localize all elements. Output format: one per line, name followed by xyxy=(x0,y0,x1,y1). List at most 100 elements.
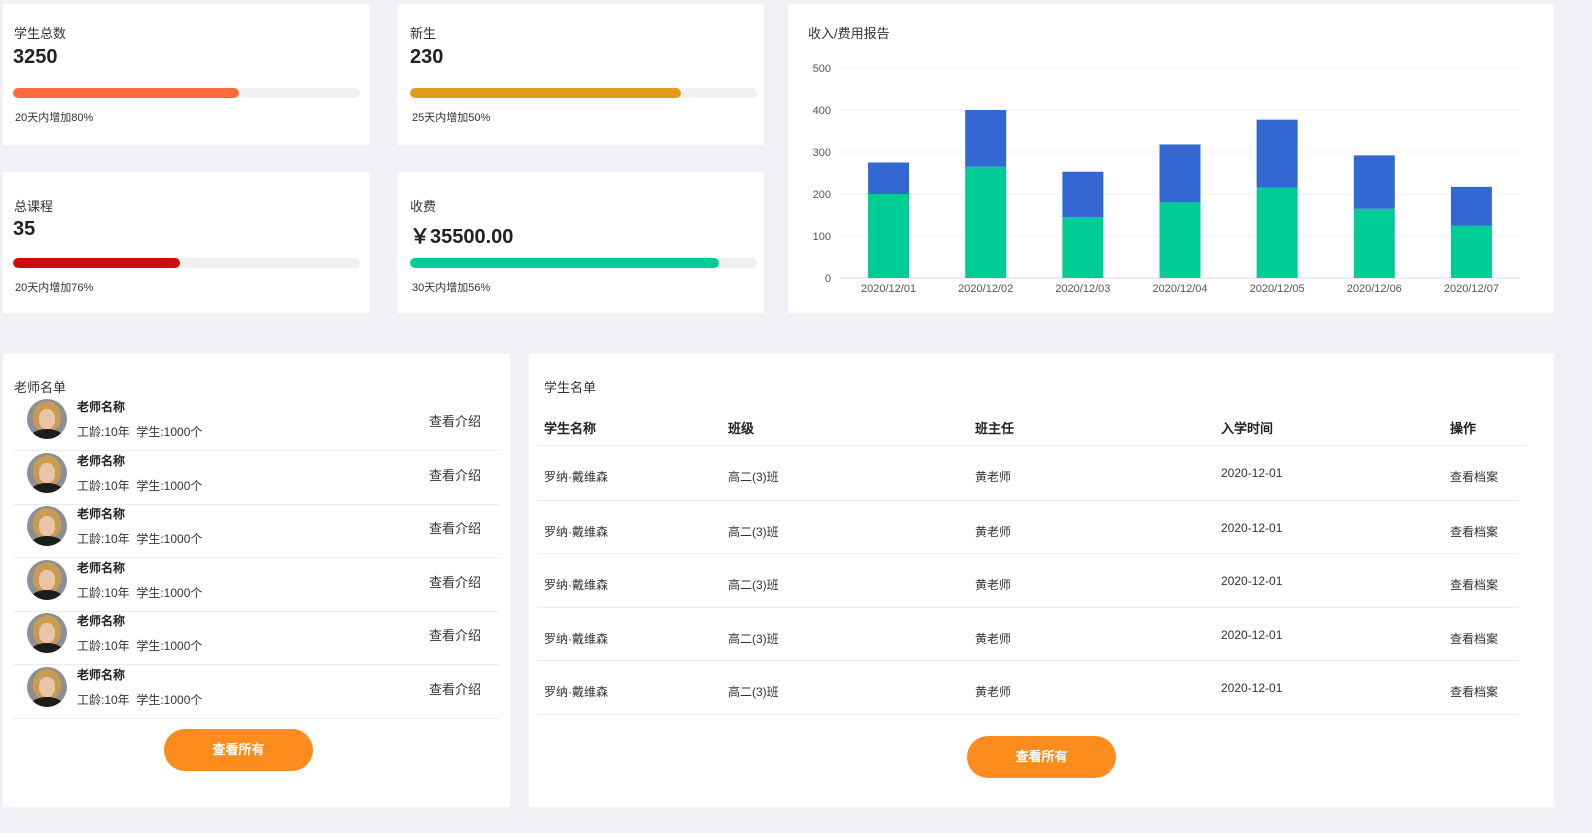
bar-segment xyxy=(1256,119,1298,188)
avatar-face xyxy=(39,463,55,483)
view-file-link[interactable]: 查看档案 xyxy=(1450,683,1498,700)
stat-value: 230 xyxy=(410,46,444,68)
bar-segment xyxy=(1159,202,1201,278)
view-intro-link[interactable]: 查看介绍 xyxy=(429,518,481,537)
bar-segment xyxy=(1159,144,1201,203)
stat-card-new-students: 新生 230 25天内增加50% xyxy=(397,4,764,145)
stat-title: 学生总数 xyxy=(14,26,67,41)
y-tick-label: 0 xyxy=(825,273,831,285)
progress-fill xyxy=(410,88,681,98)
table-row: 罗纳·戴维森 高二(3)班 黄老师 2020-12-01 查看档案 xyxy=(537,554,1519,608)
stat-note: 20天内增加80% xyxy=(15,112,94,124)
stat-card-total-courses: 总课程 35 20天内增加76% xyxy=(3,172,370,313)
student-list-card: 学生名单 学生名称 班级 班主任 入学时间 操作 罗纳·戴维森 高二(3)班 黄老师… xyxy=(529,354,1554,807)
view-file-link[interactable]: 查看档案 xyxy=(1450,576,1498,593)
teacher-avatar xyxy=(27,399,67,439)
x-tick-label: 2020/12/01 xyxy=(861,283,916,295)
view-intro-link[interactable]: 查看介绍 xyxy=(429,625,481,644)
y-tick-label: 400 xyxy=(813,105,831,117)
teacher-list-card: 老师名单 老师名称 工龄:10年 学生:1000个 查看介绍 老师名称 工龄:10年 学… xyxy=(3,354,510,807)
bar-segment xyxy=(868,194,910,278)
view-file-link[interactable]: 查看档案 xyxy=(1450,630,1498,647)
progress-bar xyxy=(13,88,360,98)
teacher-avatar xyxy=(27,506,67,546)
teacher-list-item: 老师名称 工龄:10年 学生:1000个 查看介绍 xyxy=(13,665,500,719)
head-teacher-cell: 黄老师 xyxy=(975,470,1012,484)
view-file-link[interactable]: 查看档案 xyxy=(1450,468,1498,485)
bar-segment xyxy=(1450,186,1492,226)
student-name-cell: 罗纳·戴维森 xyxy=(544,632,608,646)
teacher-name: 老师名称 xyxy=(77,561,126,575)
view-all-teachers-button[interactable]: 查看所有 xyxy=(164,729,313,771)
bar-segment xyxy=(1256,187,1298,278)
avatar-face xyxy=(39,409,55,429)
x-tick-label: 2020/12/07 xyxy=(1444,283,1499,295)
progress-bar xyxy=(13,258,360,268)
avatar-body xyxy=(31,643,63,653)
teacher-list-item: 老师名称工龄:10年 学生:1000个 查看介绍 xyxy=(13,558,500,612)
view-all-students-button[interactable]: 查看所有 xyxy=(967,736,1116,778)
x-tick-label: 2020/12/02 xyxy=(958,283,1013,295)
table-row: 罗纳·戴维森 高二(3)班 黄老师 2020-12-01 查看档案 xyxy=(537,608,1519,661)
progress-fill xyxy=(13,258,180,268)
y-tick-label: 100 xyxy=(813,231,831,243)
stat-value: 35 xyxy=(13,218,36,240)
y-tick-label: 500 xyxy=(813,63,831,75)
stat-value: ￥35500.00 xyxy=(410,226,514,248)
avatar-face xyxy=(39,516,55,536)
stat-value: 3250 xyxy=(13,46,58,68)
x-tick-label: 2020/12/03 xyxy=(1055,283,1110,295)
teacher-meta: 工龄:10年 学生:1000个 xyxy=(77,425,203,439)
head-teacher-cell: 黄老师 xyxy=(975,578,1012,592)
avatar-body xyxy=(31,429,63,439)
table-row: 罗纳·戴维森 高二(3)班 黄老师 2020-12-01 查看档案 xyxy=(537,661,1519,715)
bar-chart: 0 100 200 300 400 500 2020/12/01 2020/12/02 2020… xyxy=(813,63,1520,295)
avatar-body xyxy=(31,536,63,546)
teacher-name: 老师名称 xyxy=(77,507,126,521)
teacher-name: 老师名称 xyxy=(77,614,126,628)
teacher-meta: 工龄:10年 学生:1000个 xyxy=(77,639,203,653)
teacher-meta: 工龄:10年 学生:1000个 xyxy=(77,586,203,600)
report-card: 收入/费用报告 0 100 200 300 400 500 2020/12/01 2020/1… xyxy=(788,4,1554,313)
avatar-face xyxy=(39,570,55,590)
bar-segment xyxy=(868,162,910,194)
teacher-meta: 工龄:10年 学生:1000个 xyxy=(77,693,203,707)
avatar-body xyxy=(31,590,63,600)
progress-fill xyxy=(410,258,719,268)
student-name-cell: 罗纳·戴维森 xyxy=(544,470,608,484)
bar-segment xyxy=(1062,171,1104,218)
bar-segment xyxy=(1450,225,1492,278)
bar-segment xyxy=(965,110,1007,167)
bar-segment xyxy=(965,166,1007,278)
teacher-list-title: 老师名单 xyxy=(14,380,67,395)
head-teacher-cell: 黄老师 xyxy=(975,632,1012,646)
view-intro-link[interactable]: 查看介绍 xyxy=(429,679,481,698)
student-name-cell: 罗纳·戴维森 xyxy=(544,525,608,539)
stat-title: 收费 xyxy=(410,199,437,214)
view-intro-link[interactable]: 查看介绍 xyxy=(429,465,481,484)
enroll-date-cell: 2020-12-01 xyxy=(1221,628,1283,642)
bar-segment xyxy=(1062,217,1104,278)
class-cell: 高二(3)班 xyxy=(728,632,779,646)
view-intro-link[interactable]: 查看介绍 xyxy=(429,411,481,430)
enroll-date-cell: 2020-12-01 xyxy=(1221,466,1283,480)
class-cell: 高二(3)班 xyxy=(728,685,779,699)
view-file-link[interactable]: 查看档案 xyxy=(1450,523,1498,540)
avatar-face xyxy=(39,623,55,643)
teacher-list-item: 老师名称 工龄:10年 学生:1000个 查看介绍 xyxy=(13,397,500,451)
x-tick-label: 2020/12/04 xyxy=(1152,283,1207,295)
column-header-teacher: 班主任 xyxy=(975,421,1015,436)
x-tick-label: 2020/12/05 xyxy=(1250,283,1305,295)
avatar-body xyxy=(31,483,63,493)
y-tick-label: 200 xyxy=(813,189,831,201)
y-tick-label: 300 xyxy=(813,147,831,159)
stat-card-total-students: 学生总数 3250 20天内增加80% xyxy=(3,4,370,145)
teacher-avatar xyxy=(27,453,67,493)
avatar-body xyxy=(31,697,63,707)
table-row: 罗纳·戴维森 高二(3)班 黄老师 2020-12-01 查看档案 xyxy=(537,446,1519,501)
view-intro-link[interactable]: 查看介绍 xyxy=(429,572,481,591)
teacher-meta: 工龄:10年 学生:1000个 xyxy=(77,479,203,493)
class-cell: 高二(3)班 xyxy=(728,578,779,592)
enroll-date-cell: 2020-12-01 xyxy=(1221,574,1283,588)
progress-bar xyxy=(410,88,757,98)
